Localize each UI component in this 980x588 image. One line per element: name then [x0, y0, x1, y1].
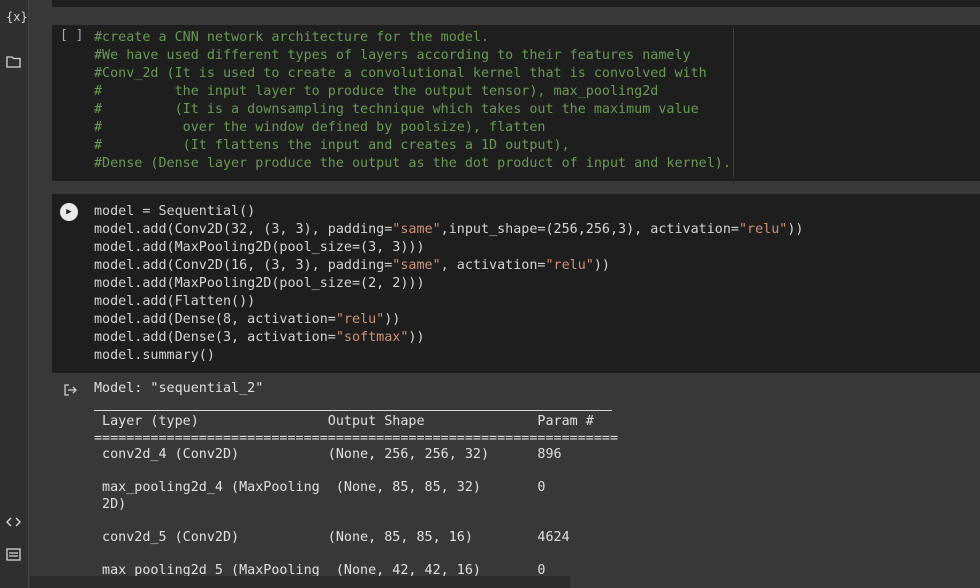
cell-source[interactable]: model = Sequential() model.add(Conv2D(32,… [94, 203, 803, 365]
code-line: # (It flattens the input and creates a 1… [94, 138, 570, 153]
left-sidebar: {x} [0, 0, 29, 588]
code-line: #create a CNN network architecture for t… [94, 30, 490, 45]
code-line: model.add(MaxPooling2D(pool_size=(3, 3))… [94, 240, 425, 255]
code-line: model.add(MaxPooling2D(pool_size=(2, 2))… [94, 276, 425, 291]
code-line: model.add(Dense(8, activation="relu")) [94, 312, 401, 327]
ruler-line [733, 28, 734, 178]
code-line: model.add(Conv2D(16, (3, 3), padding="sa… [94, 258, 610, 273]
code-line: #Dense (Dense layer produce the output a… [94, 156, 731, 171]
code-icon[interactable] [6, 516, 21, 531]
code-line: model.add(Dense(3, activation="softmax")… [94, 330, 425, 345]
terminal-icon[interactable] [6, 548, 21, 564]
output-line: conv2d_5 (Conv2D) (None, 85, 85, 16) 462… [94, 529, 619, 545]
output-scrollbar[interactable] [30, 576, 570, 588]
output-line: 2D) [94, 496, 127, 512]
cell-run-indicator[interactable]: [ ] [60, 28, 83, 43]
previous-cell-bottom [52, 0, 980, 7]
code-line: # (It is a downsampling technique which … [94, 102, 699, 117]
model-code-cell[interactable]: ▶ model = Sequential() model.add(Conv2D(3… [52, 194, 980, 373]
variables-icon[interactable]: {x} [6, 10, 28, 24]
output-actions-icon[interactable] [63, 383, 77, 401]
code-line: model.summary() [94, 348, 215, 363]
folder-icon[interactable] [6, 55, 21, 71]
cell-source[interactable]: #create a CNN network architecture for t… [94, 29, 731, 173]
output-line: conv2d_4 (Conv2D) (None, 256, 256, 32) 8… [94, 447, 619, 462]
run-cell-button[interactable]: ▶ [60, 203, 78, 221]
code-line: #Conv_2d (It is used to create a convolu… [94, 66, 707, 81]
output-line: ========================================… [94, 430, 619, 446]
output-line: Layer (type) Output Shape Param # [94, 414, 619, 429]
code-line: #We have used different types of layers … [94, 48, 691, 63]
output-line: Model: "sequential_2" [94, 381, 264, 396]
code-line: model = Sequential() [94, 204, 256, 219]
output-line: max_pooling2d_4 (MaxPooling (None, 85, 8… [94, 480, 619, 495]
code-line: model.add(Flatten()) [94, 294, 256, 309]
markdown-code-cell[interactable]: [ ] #create a CNN network architecture f… [52, 25, 980, 181]
code-line: # over the window defined by poolsize), … [94, 120, 546, 135]
cell-output: Model: "sequential_2" Layer (type) Outpu… [94, 381, 618, 579]
code-line: # the input layer to produce the output … [94, 84, 659, 99]
code-line: model.add(Conv2D(32, (3, 3), padding="sa… [94, 222, 804, 237]
